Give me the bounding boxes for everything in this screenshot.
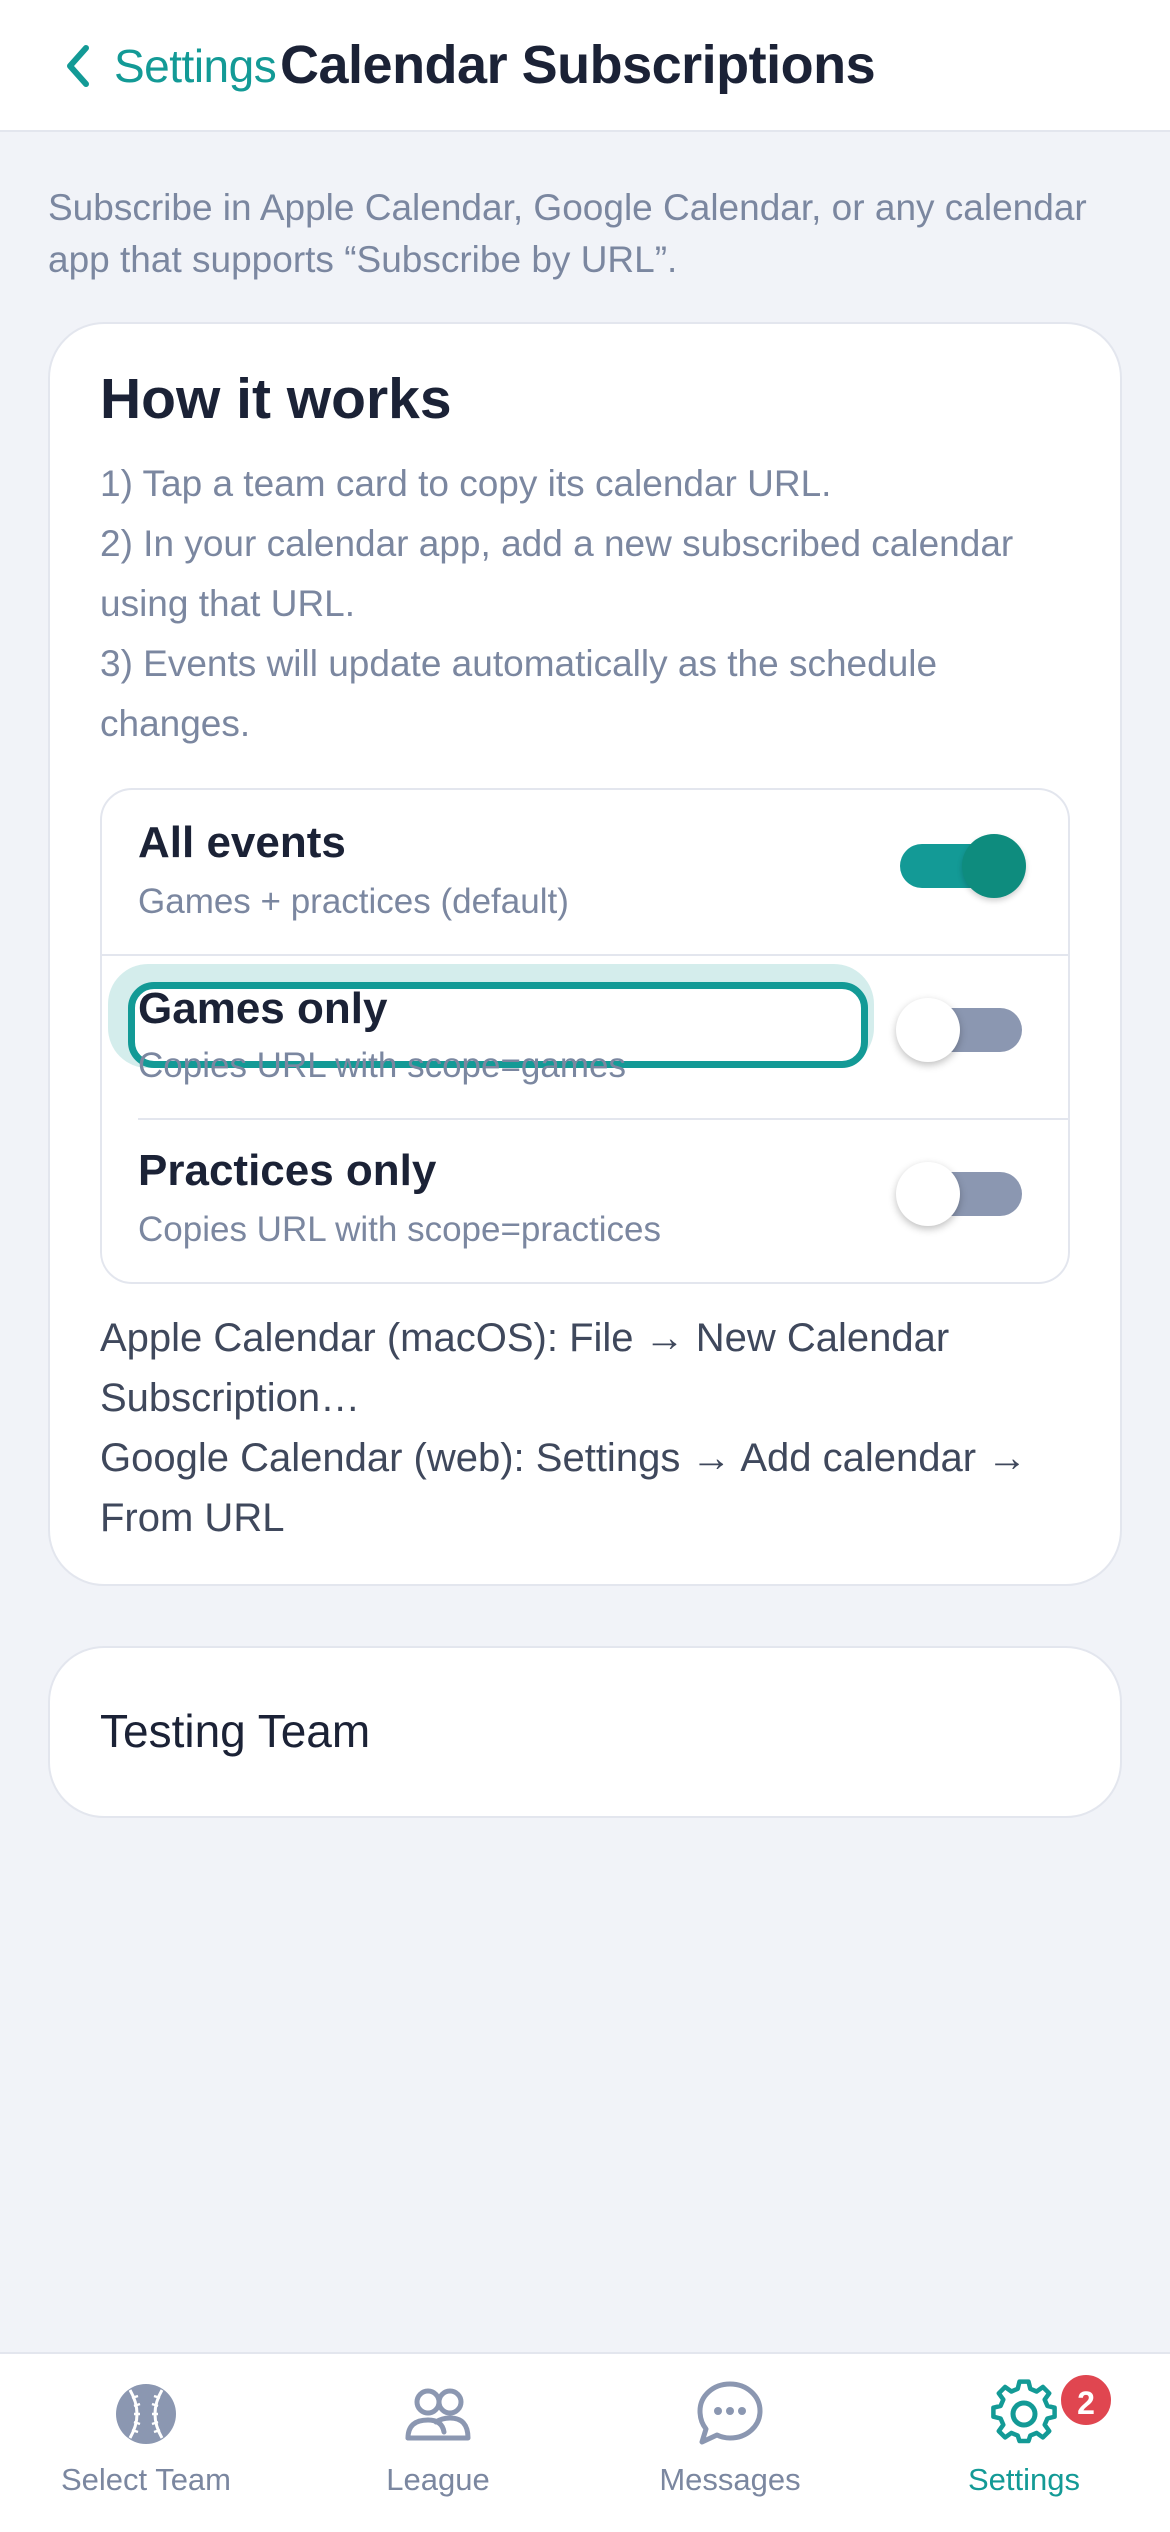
steps-list: 1) Tap a team card to copy its calendar … [100,454,1080,754]
tab-settings[interactable]: Settings 2 [894,2372,1154,2518]
apple-calendar-note: Apple Calendar (macOS): File → New Calen… [100,1316,950,1420]
step-2: 2) In your calendar app, add a new subsc… [100,523,1014,624]
games-only-toggle[interactable] [896,998,1022,1062]
team-name: Testing Team [100,1705,371,1757]
notification-badge: 2 [1058,2372,1114,2428]
option-subtitle: Copies URL with scope=practices [138,1210,661,1249]
toggle-knob [896,998,960,1062]
gear-icon [991,2379,1057,2444]
toggle-knob [896,1162,960,1226]
scope-options: All events Games + practices (default) G… [100,788,1070,1284]
tab-label: Settings [967,2462,1080,2497]
option-title: Practices only [138,1146,437,1195]
back-button[interactable]: Settings [60,36,277,96]
practices-only-toggle[interactable] [896,1162,1022,1226]
tab-label: Select Team [60,2462,231,2497]
platform-notes: Apple Calendar (macOS): File → New Calen… [100,1308,1100,1548]
tab-messages[interactable]: Messages [600,2378,860,2518]
back-label: Settings [114,40,277,92]
option-practices-only[interactable]: Practices only Copies URL with scope=pra… [102,1118,1068,1282]
option-games-only[interactable]: Games only Copies URL with scope=games [102,954,1068,1118]
step-1: 1) Tap a team card to copy its calendar … [100,463,832,504]
all-events-toggle[interactable] [900,834,1026,898]
option-subtitle: Games + practices (default) [138,882,569,921]
option-title: All events [138,818,346,867]
toggle-knob [962,834,1026,898]
tab-label: Messages [659,2462,801,2497]
team-card[interactable]: Testing Team [48,1646,1122,1818]
chat-icon [697,2381,763,2445]
chevron-left-icon [67,45,89,87]
tab-label: League [386,2462,490,2497]
header: Settings Calendar Subscriptions [0,0,1170,132]
users-icon [405,2388,471,2441]
intro-text: Subscribe in Apple Calendar, Google Cale… [48,187,1087,280]
tab-bar: Select Team League Messages Settings 2 [0,2352,1170,2532]
tab-league[interactable]: League [308,2378,568,2518]
option-title: Games only [138,984,388,1033]
calendar-subscriptions-screen: Settings Calendar Subscriptions Subscrib… [0,0,1170,2532]
option-all-events[interactable]: All events Games + practices (default) [102,790,1068,954]
baseball-icon [116,2384,176,2444]
google-calendar-note: Google Calendar (web): Settings → Add ca… [100,1436,1028,1540]
how-it-works-card: How it works 1) Tap a team card to copy … [48,322,1122,1586]
tab-select-team[interactable]: Select Team [16,2378,276,2518]
how-it-works-title: How it works [100,367,452,431]
step-3: 3) Events will update automatically as t… [100,643,938,744]
option-subtitle: Copies URL with scope=games [138,1046,626,1085]
page-title: Calendar Subscriptions [280,35,876,95]
